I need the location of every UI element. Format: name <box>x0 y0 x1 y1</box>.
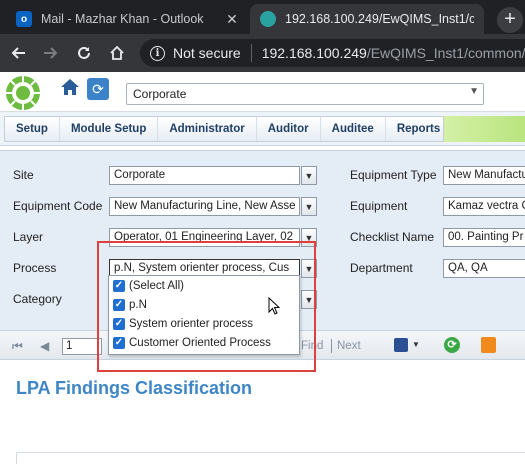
logo-icon <box>6 76 40 110</box>
mouse-cursor-icon <box>268 297 280 315</box>
previous-page-icon[interactable]: ◀ <box>40 339 49 353</box>
globe-icon <box>260 11 276 27</box>
home-icon[interactable] <box>102 38 132 68</box>
menu-decoration <box>444 116 525 142</box>
chevron-down-icon[interactable]: ▼ <box>301 166 317 185</box>
site-selector-value: Corporate <box>133 87 187 101</box>
refresh-icon[interactable]: ⟳ <box>444 337 460 353</box>
report-frame <box>16 452 525 464</box>
home-icon[interactable] <box>58 76 82 100</box>
site-select[interactable]: Corporate <box>109 166 300 185</box>
menu-administrator[interactable]: Administrator <box>158 117 257 141</box>
equipment-code-select[interactable]: New Manufacturing Line, New Asse <box>109 197 300 216</box>
url-path: /EwQIMS_Inst1/common/E <box>366 45 525 61</box>
back-arrow-icon[interactable] <box>3 38 33 68</box>
tab-title: 192.168.100.249/EwQIMS_Inst1/c <box>285 12 474 26</box>
equipment-type-label: Equipment Type <box>350 168 437 182</box>
tab-title: Mail - Mazhar Khan - Outlook <box>41 12 204 26</box>
new-tab-button[interactable]: + <box>497 7 523 33</box>
url-host: 192.168.100.249 <box>261 45 367 61</box>
equipment-label: Equipment <box>350 199 408 213</box>
close-icon[interactable]: ✕ <box>224 11 240 28</box>
first-page-icon[interactable]: ⏮ <box>12 339 23 354</box>
browser-tab-strip: o Mail - Mazhar Khan - Outlook ✕ 192.168… <box>0 0 525 34</box>
divider <box>250 44 252 62</box>
next-link[interactable]: Next <box>337 340 361 352</box>
tab-ewqims[interactable]: 192.168.100.249/EwQIMS_Inst1/c <box>250 4 484 34</box>
outlook-icon: o <box>16 11 32 27</box>
equipment-select[interactable]: Kamaz vectra C <box>443 197 525 216</box>
browser-toolbar: i Not secure 192.168.100.249 /EwQIMS_Ins… <box>0 34 525 72</box>
refresh-icon[interactable]: ⟳ <box>87 78 109 100</box>
menu-auditee[interactable]: Auditee <box>321 117 386 141</box>
address-bar[interactable]: i Not secure 192.168.100.249 /EwQIMS_Ins… <box>140 39 525 67</box>
info-icon[interactable]: i <box>150 45 165 61</box>
menu-auditor[interactable]: Auditor <box>257 117 321 141</box>
annotation-highlight-box <box>97 241 316 372</box>
site-label: Site <box>13 168 34 182</box>
department-label: Department <box>350 261 413 275</box>
menu-module-setup[interactable]: Module Setup <box>60 117 159 141</box>
checklist-name-label: Checklist Name <box>350 230 435 244</box>
department-select[interactable]: QA, QA <box>443 259 525 278</box>
menu-setup[interactable]: Setup <box>5 117 60 141</box>
security-label: Not secure <box>173 45 241 61</box>
site-selector[interactable]: Corporate ▼ <box>126 83 484 105</box>
report-title: LPA Findings Classification <box>16 378 253 398</box>
menu-reports[interactable]: Reports <box>386 117 453 141</box>
page-number-input[interactable]: 1 <box>62 338 102 355</box>
chevron-down-icon: ▼ <box>469 86 479 97</box>
print-icon[interactable] <box>481 337 496 353</box>
checklist-name-select[interactable]: 00. Painting Pr <box>443 228 525 247</box>
divider <box>331 339 332 353</box>
save-icon[interactable] <box>394 338 408 352</box>
menu-bar: Setup Module Setup Administrator Auditor… <box>0 112 525 146</box>
category-label: Category <box>13 292 62 306</box>
app-header: ⟳ Corporate ▼ <box>0 72 525 112</box>
tab-outlook[interactable]: o Mail - Mazhar Khan - Outlook ✕ <box>6 4 250 34</box>
equipment-type-select[interactable]: New Manufactu <box>443 166 525 185</box>
chevron-down-icon[interactable]: ▼ <box>412 340 420 349</box>
chevron-down-icon[interactable]: ▼ <box>301 197 317 216</box>
equipment-code-label: Equipment Code <box>13 199 103 213</box>
layer-label: Layer <box>13 230 44 244</box>
reload-icon[interactable] <box>69 38 99 68</box>
forward-arrow-icon[interactable] <box>36 38 66 68</box>
process-label: Process <box>13 261 57 275</box>
